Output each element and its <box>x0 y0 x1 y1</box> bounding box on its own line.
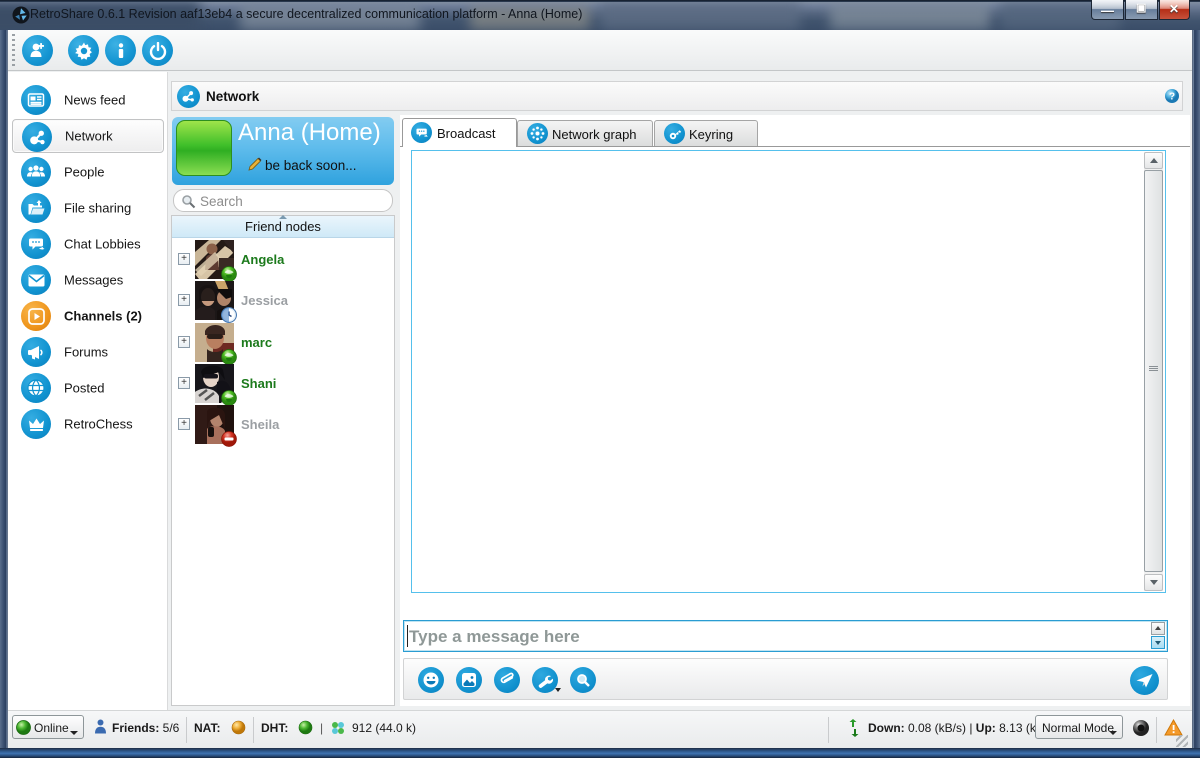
svg-text:?: ? <box>1169 92 1175 103</box>
